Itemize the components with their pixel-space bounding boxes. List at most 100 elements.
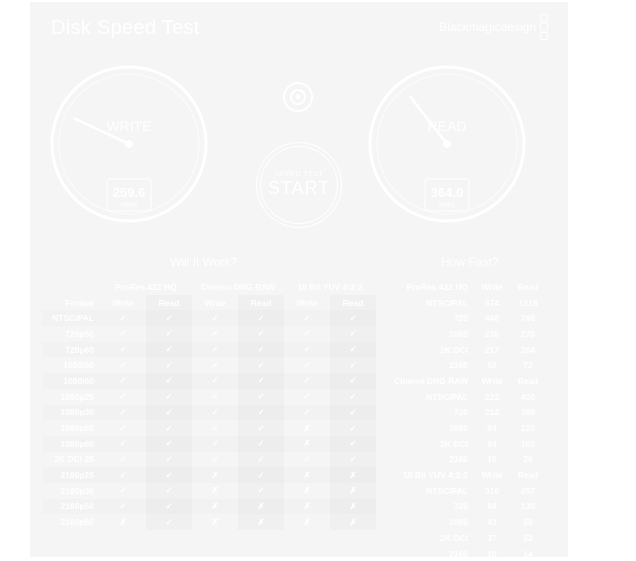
hf-write-header: Write — [481, 281, 503, 292]
wiw-sub-header: Write — [204, 297, 226, 308]
check-icon: ✓ — [349, 312, 357, 323]
hf-write-value: 674 — [484, 297, 500, 308]
hf-row-label: 2K DCI — [440, 344, 468, 355]
start-button-label: START — [267, 178, 331, 198]
check-icon: ✓ — [119, 500, 127, 511]
cross-icon: ✗ — [303, 438, 311, 449]
hf-section-name: 10 Bit YUV 4:2:2 — [402, 470, 468, 481]
wiw-row-label: 2160p30 — [60, 485, 94, 496]
wiw-row-label: 720p60 — [65, 344, 94, 355]
check-icon: ✓ — [165, 469, 173, 480]
check-icon: ✓ — [349, 391, 357, 402]
check-icon: ✓ — [119, 485, 127, 496]
hf-row: 2160 10 14 — [376, 546, 546, 561]
read-gauge: READ 364.0 MB/s — [367, 64, 527, 224]
check-icon: ✓ — [165, 359, 173, 370]
check-icon: ✓ — [257, 391, 265, 402]
check-icon: ✓ — [211, 328, 219, 339]
check-icon: ✓ — [349, 344, 357, 355]
wiw-row-label: 1080p25 — [60, 391, 94, 402]
hf-row: 2K DCI 217 264 — [376, 342, 546, 358]
check-icon: ✓ — [349, 453, 357, 464]
cross-icon: ✗ — [211, 469, 219, 480]
hf-read-value: 58 — [523, 517, 533, 528]
hf-row-label: 2K DCI — [440, 532, 468, 543]
hf-row: NTSC/PAL 316 457 — [376, 483, 546, 499]
hf-write-value: 42 — [487, 517, 497, 528]
wiw-sub-header: Write — [112, 297, 134, 308]
check-icon: ✓ — [257, 359, 265, 370]
wiw-row: 1080p30 ✓ ✓ ✓ ✓ ✓ ✓ — [42, 405, 376, 421]
wiw-row: 2160p30 ✓ ✓ ✗ ✓ ✗ ✗ — [42, 483, 376, 499]
hf-row-label: 720 — [453, 313, 468, 324]
check-icon: ✓ — [119, 375, 127, 386]
hf-read-value: 130 — [520, 501, 536, 512]
hf-row: 2160 16 26 — [376, 452, 546, 468]
check-icon: ✓ — [211, 312, 219, 323]
hf-write-value: 16 — [487, 454, 497, 465]
hf-section-name: Cinema DNG RAW — [393, 375, 468, 386]
check-icon: ✓ — [303, 344, 311, 355]
wiw-row-label: 2160p25 — [60, 470, 94, 481]
start-button[interactable]: SPEED TEST START — [256, 142, 342, 228]
wiw-row: 1080p25 ✓ ✓ ✓ ✓ ✓ ✓ — [42, 389, 376, 405]
hf-read-value: 52 — [523, 532, 533, 543]
wiw-row: 1080p50 ✓ ✓ ✓ ✓ ✗ ✓ — [42, 420, 376, 436]
hf-write-value: 84 — [487, 423, 497, 434]
cross-icon: ✗ — [303, 422, 311, 433]
hf-row-label: 720 — [453, 501, 468, 512]
check-icon: ✓ — [165, 344, 173, 355]
wiw-row: 1080p60 ✓ ✓ ✓ ✓ ✗ ✓ — [42, 436, 376, 452]
how-fast-title: How Fast? — [441, 255, 499, 269]
hf-read-value: 26 — [523, 454, 533, 465]
app-window: Disk Speed Test Blackmagicdesign WRITE 2… — [30, 2, 568, 559]
settings-gear-icon[interactable] — [282, 81, 314, 113]
hf-read-header: Read — [517, 281, 539, 292]
app-title: Disk Speed Test — [51, 17, 200, 39]
check-icon: ✓ — [119, 344, 127, 355]
check-icon: ✓ — [303, 406, 311, 417]
cross-icon: ✗ — [119, 516, 127, 527]
hf-write-value: 448 — [484, 313, 500, 324]
hf-row: 2K DCI 64 102 — [376, 436, 546, 452]
hf-write-value: 10 — [487, 548, 497, 559]
hf-row: 1080 235 270 — [376, 326, 546, 342]
check-icon: ✓ — [165, 485, 173, 496]
cross-icon: ✗ — [211, 516, 219, 527]
hf-row-label: 2K DCI — [440, 438, 468, 449]
hf-write-value: 316 — [484, 485, 500, 496]
write-gauge-label: WRITE — [106, 118, 151, 134]
cross-icon: ✗ — [349, 485, 357, 496]
check-icon: ✓ — [165, 406, 173, 417]
cross-icon: ✗ — [303, 516, 311, 527]
wiw-row: 2160p60 ✗ ✓ ✗ ✗ ✗ ✗ — [42, 514, 376, 530]
hf-read-value: 400 — [520, 391, 536, 402]
hf-write-header: Write — [481, 470, 503, 481]
hf-write-header: Write — [481, 375, 503, 386]
wiw-row: 2K DCI 25 ✓ ✓ ✓ ✓ ✓ ✓ — [42, 452, 376, 468]
hf-row-label: 1080 — [449, 328, 468, 339]
cross-icon: ✗ — [349, 500, 357, 511]
wiw-row: 720p50 ✓ ✓ ✓ ✓ ✓ ✓ — [42, 326, 376, 342]
wiw-row-label: 1080p50 — [60, 423, 94, 434]
check-icon: ✓ — [257, 344, 265, 355]
check-icon: ✓ — [257, 485, 265, 496]
wiw-row-label: 1080p30 — [60, 407, 94, 418]
check-icon: ✓ — [303, 375, 311, 386]
check-icon: ✓ — [257, 438, 265, 449]
check-icon: ✓ — [211, 453, 219, 464]
hf-section-header-row: Cinema DNG RAW Write Read — [376, 373, 546, 389]
wiw-corner — [42, 279, 100, 295]
wiw-row-label: 2160p50 — [60, 501, 94, 512]
cross-icon: ✗ — [257, 516, 265, 527]
check-icon: ✓ — [119, 453, 127, 464]
check-icon: ✓ — [165, 500, 173, 511]
check-icon: ✓ — [349, 406, 357, 417]
cross-icon: ✗ — [211, 500, 219, 511]
cross-icon: ✗ — [303, 469, 311, 480]
brand-logo-icon — [540, 14, 548, 40]
check-icon: ✓ — [165, 312, 173, 323]
hf-write-value: 212 — [484, 407, 500, 418]
cross-icon: ✗ — [303, 500, 311, 511]
hf-read-value: 1318 — [518, 297, 538, 308]
